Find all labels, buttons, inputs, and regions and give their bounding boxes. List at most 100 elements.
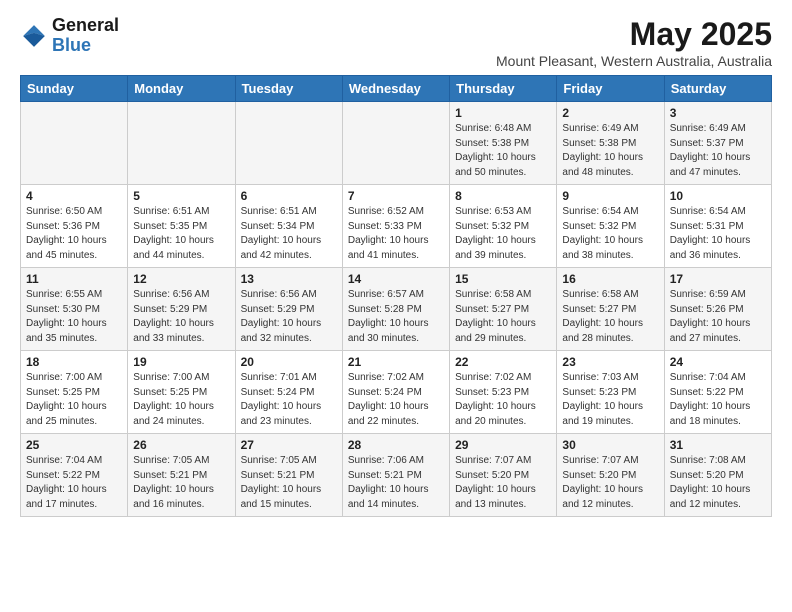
day-number: 5	[133, 189, 229, 203]
day-number: 17	[670, 272, 766, 286]
day-number: 4	[26, 189, 122, 203]
day-info: Sunrise: 6:48 AM Sunset: 5:38 PM Dayligh…	[455, 122, 551, 180]
header-row: SundayMondayTuesdayWednesdayThursdayFrid…	[21, 76, 772, 102]
title-block: May 2025 Mount Pleasant, Western Austral…	[496, 16, 772, 69]
calendar-table: SundayMondayTuesdayWednesdayThursdayFrid…	[20, 75, 772, 517]
logo-general: General	[52, 15, 119, 35]
day-number: 21	[348, 355, 444, 369]
day-cell: 21 Sunrise: 7:02 AM Sunset: 5:24 PM Dayli…	[342, 351, 449, 434]
day-number: 11	[26, 272, 122, 286]
day-cell: 25 Sunrise: 7:04 AM Sunset: 5:22 PM Dayli…	[21, 434, 128, 517]
day-number: 28	[348, 438, 444, 452]
logo: General Blue	[20, 16, 119, 56]
day-number: 24	[670, 355, 766, 369]
day-number: 13	[241, 272, 337, 286]
header-cell-friday: Friday	[557, 76, 664, 102]
day-cell: 15 Sunrise: 6:58 AM Sunset: 5:27 PM Dayli…	[450, 268, 557, 351]
day-info: Sunrise: 7:06 AM Sunset: 5:21 PM Dayligh…	[348, 454, 444, 512]
day-info: Sunrise: 6:52 AM Sunset: 5:33 PM Dayligh…	[348, 205, 444, 263]
day-info: Sunrise: 7:07 AM Sunset: 5:20 PM Dayligh…	[562, 454, 658, 512]
day-cell: 30Sunrise: 7:07 AM Sunset: 5:20 PM Dayli…	[557, 434, 664, 517]
day-number: 22	[455, 355, 551, 369]
day-cell: 11Sunrise: 6:55 AM Sunset: 5:30 PM Dayli…	[21, 268, 128, 351]
day-number: 12	[133, 272, 229, 286]
location-title: Mount Pleasant, Western Australia, Austr…	[496, 53, 772, 69]
day-cell: 4Sunrise: 6:50 AM Sunset: 5:36 PM Daylig…	[21, 185, 128, 268]
day-number: 9	[562, 189, 658, 203]
week-row-2: 4Sunrise: 6:50 AM Sunset: 5:36 PM Daylig…	[21, 185, 772, 268]
day-number: 20	[241, 355, 337, 369]
day-number: 19	[133, 355, 229, 369]
day-cell	[342, 102, 449, 185]
day-cell: 13 Sunrise: 6:56 AM Sunset: 5:29 PM Dayli…	[235, 268, 342, 351]
day-info: Sunrise: 6:51 AM Sunset: 5:34 PM Dayligh…	[241, 205, 337, 263]
day-info: Sunrise: 7:08 AM Sunset: 5:20 PM Dayligh…	[670, 454, 766, 512]
day-info: Sunrise: 7:00 AM Sunset: 5:25 PM Dayligh…	[26, 371, 122, 429]
day-number: 16	[562, 272, 658, 286]
day-cell: 12 Sunrise: 6:56 AM Sunset: 5:29 PM Dayli…	[128, 268, 235, 351]
page-header: General Blue May 2025 Mount Pleasant, We…	[20, 16, 772, 69]
logo-icon	[20, 22, 48, 50]
logo-blue: Blue	[52, 35, 91, 55]
day-cell: 6 Sunrise: 6:51 AM Sunset: 5:34 PM Daylig…	[235, 185, 342, 268]
day-info: Sunrise: 6:51 AM Sunset: 5:35 PM Dayligh…	[133, 205, 229, 263]
day-info: Sunrise: 7:04 AM Sunset: 5:22 PM Dayligh…	[670, 371, 766, 429]
day-cell: 7 Sunrise: 6:52 AM Sunset: 5:33 PM Daylig…	[342, 185, 449, 268]
day-number: 6	[241, 189, 337, 203]
day-number: 14	[348, 272, 444, 286]
day-info: Sunrise: 7:02 AM Sunset: 5:24 PM Dayligh…	[348, 371, 444, 429]
day-cell: 29 Sunrise: 7:07 AM Sunset: 5:20 PM Dayli…	[450, 434, 557, 517]
day-info: Sunrise: 7:03 AM Sunset: 5:23 PM Dayligh…	[562, 371, 658, 429]
day-number: 29	[455, 438, 551, 452]
day-cell: 3 Sunrise: 6:49 AM Sunset: 5:37 PM Daylig…	[664, 102, 771, 185]
day-number: 26	[133, 438, 229, 452]
day-cell: 9 Sunrise: 6:54 AM Sunset: 5:32 PM Daylig…	[557, 185, 664, 268]
day-cell	[21, 102, 128, 185]
day-cell: 14Sunrise: 6:57 AM Sunset: 5:28 PM Dayli…	[342, 268, 449, 351]
header-cell-monday: Monday	[128, 76, 235, 102]
day-cell: 8Sunrise: 6:53 AM Sunset: 5:32 PM Daylig…	[450, 185, 557, 268]
day-cell: 19 Sunrise: 7:00 AM Sunset: 5:25 PM Dayli…	[128, 351, 235, 434]
day-number: 31	[670, 438, 766, 452]
day-number: 25	[26, 438, 122, 452]
header-cell-tuesday: Tuesday	[235, 76, 342, 102]
day-info: Sunrise: 6:54 AM Sunset: 5:32 PM Dayligh…	[562, 205, 658, 263]
day-info: Sunrise: 6:56 AM Sunset: 5:29 PM Dayligh…	[241, 288, 337, 346]
day-info: Sunrise: 6:58 AM Sunset: 5:27 PM Dayligh…	[455, 288, 551, 346]
day-number: 1	[455, 106, 551, 120]
header-cell-thursday: Thursday	[450, 76, 557, 102]
week-row-1: 1 Sunrise: 6:48 AM Sunset: 5:38 PM Daylig…	[21, 102, 772, 185]
day-info: Sunrise: 7:00 AM Sunset: 5:25 PM Dayligh…	[133, 371, 229, 429]
day-info: Sunrise: 7:02 AM Sunset: 5:23 PM Dayligh…	[455, 371, 551, 429]
day-cell: 28 Sunrise: 7:06 AM Sunset: 5:21 PM Dayli…	[342, 434, 449, 517]
day-number: 7	[348, 189, 444, 203]
day-cell: 31 Sunrise: 7:08 AM Sunset: 5:20 PM Dayli…	[664, 434, 771, 517]
day-cell: 24 Sunrise: 7:04 AM Sunset: 5:22 PM Dayli…	[664, 351, 771, 434]
day-number: 18	[26, 355, 122, 369]
day-info: Sunrise: 6:54 AM Sunset: 5:31 PM Dayligh…	[670, 205, 766, 263]
day-cell: 1 Sunrise: 6:48 AM Sunset: 5:38 PM Daylig…	[450, 102, 557, 185]
day-cell: 27Sunrise: 7:05 AM Sunset: 5:21 PM Dayli…	[235, 434, 342, 517]
day-cell: 10Sunrise: 6:54 AM Sunset: 5:31 PM Dayli…	[664, 185, 771, 268]
month-title: May 2025	[496, 16, 772, 53]
day-cell: 17 Sunrise: 6:59 AM Sunset: 5:26 PM Dayli…	[664, 268, 771, 351]
day-number: 3	[670, 106, 766, 120]
day-cell: 5 Sunrise: 6:51 AM Sunset: 5:35 PM Daylig…	[128, 185, 235, 268]
day-cell: 2Sunrise: 6:49 AM Sunset: 5:38 PM Daylig…	[557, 102, 664, 185]
calendar-header: SundayMondayTuesdayWednesdayThursdayFrid…	[21, 76, 772, 102]
day-info: Sunrise: 6:59 AM Sunset: 5:26 PM Dayligh…	[670, 288, 766, 346]
day-cell: 20Sunrise: 7:01 AM Sunset: 5:24 PM Dayli…	[235, 351, 342, 434]
day-cell: 22 Sunrise: 7:02 AM Sunset: 5:23 PM Dayli…	[450, 351, 557, 434]
day-number: 2	[562, 106, 658, 120]
day-info: Sunrise: 7:07 AM Sunset: 5:20 PM Dayligh…	[455, 454, 551, 512]
day-number: 8	[455, 189, 551, 203]
day-info: Sunrise: 6:56 AM Sunset: 5:29 PM Dayligh…	[133, 288, 229, 346]
day-cell	[235, 102, 342, 185]
day-number: 27	[241, 438, 337, 452]
header-cell-sunday: Sunday	[21, 76, 128, 102]
day-number: 15	[455, 272, 551, 286]
week-row-5: 25 Sunrise: 7:04 AM Sunset: 5:22 PM Dayli…	[21, 434, 772, 517]
day-info: Sunrise: 6:49 AM Sunset: 5:37 PM Dayligh…	[670, 122, 766, 180]
day-cell: 23Sunrise: 7:03 AM Sunset: 5:23 PM Dayli…	[557, 351, 664, 434]
day-info: Sunrise: 7:04 AM Sunset: 5:22 PM Dayligh…	[26, 454, 122, 512]
